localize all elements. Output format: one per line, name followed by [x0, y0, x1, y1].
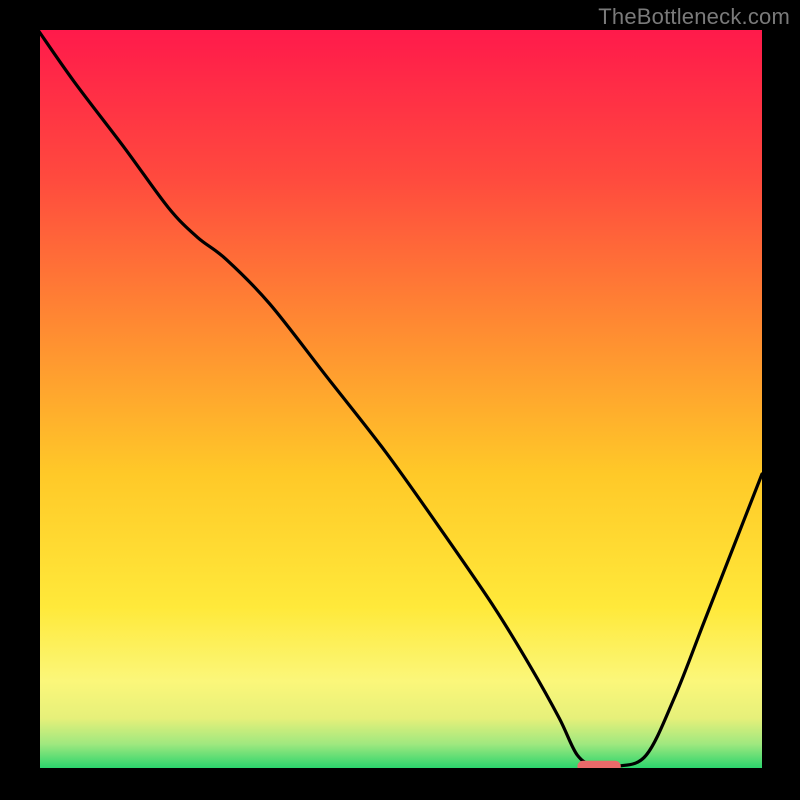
plot-background: [38, 30, 762, 770]
chart-container: TheBottleneck.com: [0, 0, 800, 800]
watermark-text: TheBottleneck.com: [598, 4, 790, 30]
bottleneck-chart: [0, 0, 800, 800]
